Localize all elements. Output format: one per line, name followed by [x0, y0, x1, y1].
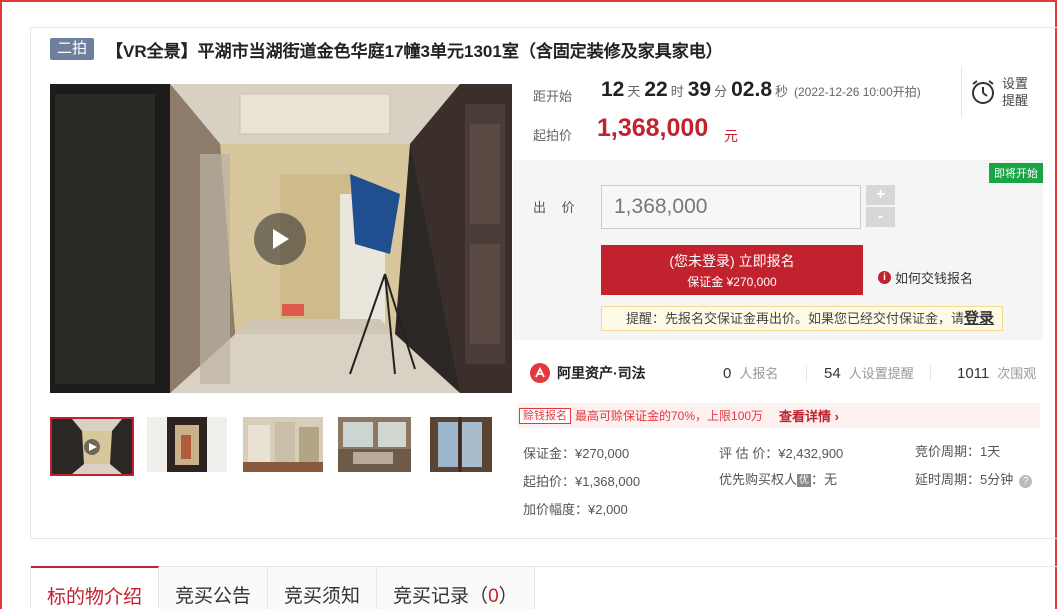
set-reminder-line2: 提醒 — [1002, 93, 1029, 108]
detail-delay-cycle: 延时周期：5分钟? — [915, 469, 1033, 488]
bid-panel: 即将开始 出 价 1,368,000 + - (您未登录) 立即报名 保证金 ¥… — [513, 160, 1043, 340]
stat-divider — [806, 365, 807, 381]
thumbnail-4[interactable] — [338, 417, 411, 472]
countdown-days: 12 — [601, 78, 625, 101]
countdown-seconds-unit: 秒 — [775, 84, 789, 99]
stat-divider — [930, 365, 931, 381]
detail-start-price: 起拍价：¥1,368,000 — [523, 474, 641, 489]
register-now-button[interactable]: (您未登录) 立即报名 保证金 ¥270,000 — [601, 245, 863, 295]
set-reminder-label: 设置 提醒 — [1002, 75, 1032, 109]
status-badge: 即将开始 — [989, 163, 1043, 183]
thumbnail-3[interactable] — [243, 417, 323, 472]
detail-priority-buyer: 优先购买权人优：无 — [719, 469, 837, 488]
detail-appraisal: 评 估 价：¥2,432,900 — [719, 446, 844, 461]
start-price-value: 1,368,000 — [597, 114, 709, 142]
detail-delay-text: 延时周期：5分钟 — [915, 472, 1014, 487]
countdown-days-unit: 天 — [627, 84, 641, 99]
signup-count: 0 人报名 — [723, 363, 778, 382]
info-icon: i — [878, 271, 891, 284]
login-hint: 提醒：先报名交保证金再出价。如果您已经交付保证金，请登录 — [601, 306, 1003, 331]
thumbnail-2[interactable] — [147, 417, 227, 472]
thumbnail-5[interactable] — [430, 417, 492, 472]
set-reminder-button[interactable]: 设置 提醒 — [961, 67, 1036, 117]
view-count-label: 次围观 — [997, 366, 1037, 381]
tab-announcement[interactable]: 竞买公告 — [159, 567, 269, 609]
reminder-count: 54 人设置提醒 — [824, 363, 914, 382]
reminder-count-number: 54 — [824, 365, 841, 382]
decrease-bid-button[interactable]: - — [866, 207, 895, 227]
countdown-hours-unit: 时 — [670, 84, 684, 99]
tab-bid-records-label: 竞买记录 — [393, 586, 470, 607]
tab-rules[interactable]: 竞买须知 — [268, 567, 378, 609]
reminder-count-label: 人设置提醒 — [848, 366, 914, 381]
set-reminder-line1: 设置 — [1002, 76, 1029, 91]
tab-item-intro[interactable]: 标的物介绍 — [31, 566, 160, 609]
register-now-label: (您未登录) 立即报名 — [669, 253, 795, 269]
detail-priority-value: ：无 — [811, 472, 838, 487]
detail-tabs: 标的物介绍 竞买公告 竞买须知 竞买记录（0） — [30, 566, 1057, 609]
view-count: 1011 次围观 — [957, 363, 1036, 382]
countdown-hours: 22 — [644, 78, 668, 101]
auction-start-time: (2022-12-26 10:00开拍) — [794, 85, 921, 99]
ali-assets-logo-icon — [530, 363, 550, 383]
detail-deposit: 保证金：¥270,000 — [523, 446, 630, 461]
signup-count-number: 0 — [723, 365, 732, 382]
login-link[interactable]: 登录 — [964, 310, 994, 327]
how-to-pay-link[interactable]: i 如何交钱报名 — [878, 268, 973, 287]
thumbnail-3-image — [243, 417, 323, 472]
countdown-label: 距开始 — [533, 89, 573, 104]
priority-tag-icon: 优 — [797, 474, 812, 487]
login-hint-text: 提醒：先报名交保证金再出价。如果您已经交付保证金，请 — [626, 311, 965, 326]
play-icon — [273, 229, 289, 249]
credit-signup-banner: 赊钱报名 最高可赊保证金的70%，上限100万 查看详情 › — [517, 403, 1040, 428]
ali-assets-logo-mark — [535, 367, 545, 378]
detail-increment: 加价幅度：¥2,000 — [523, 502, 628, 517]
platform-brand: 阿里资产·司法 — [530, 363, 646, 383]
view-count-number: 1011 — [957, 365, 990, 382]
start-price-unit: 元 — [724, 128, 738, 144]
countdown-minutes-unit: 分 — [714, 84, 728, 99]
alarm-clock-icon — [972, 80, 994, 104]
countdown-minutes: 39 — [687, 78, 712, 101]
increase-bid-button[interactable]: + — [866, 185, 895, 205]
tab-bid-records[interactable]: 竞买记录（0） — [377, 567, 535, 609]
platform-name: 阿里资产·司法 — [557, 365, 646, 381]
start-price-label: 起拍价 — [533, 128, 573, 143]
countdown: 12 天 22 时 39 分 02.8 秒 (2022-12-26 10:00开拍) — [601, 78, 921, 102]
view-details-link[interactable]: 查看详情 › — [779, 406, 839, 425]
tab-bid-records-paren-open: （ — [469, 586, 489, 607]
deposit-label: 保证金 ¥270,000 — [687, 275, 777, 289]
thumbnail-5-image — [430, 417, 492, 472]
auction-round-badge: 二拍 — [50, 38, 95, 60]
thumbnail-1-image — [52, 419, 132, 474]
credit-signup-tag: 赊钱报名 — [519, 407, 571, 424]
play-video-button[interactable] — [254, 213, 306, 265]
detail-priority-label: 优先购买权人 — [719, 472, 798, 487]
how-to-pay-label: 如何交钱报名 — [895, 271, 974, 286]
bid-amount-input[interactable]: 1,368,000 — [601, 185, 861, 229]
title-row: 二拍 【VR全景】平湖市当湖街道金色华庭17幢3单元1301室（含固定装修及家具… — [50, 38, 723, 61]
credit-signup-text: 最高可赊保证金的70%，上限100万 — [575, 409, 764, 423]
countdown-seconds: 02.8 — [731, 78, 772, 101]
listing-title: 【VR全景】平湖市当湖街道金色华庭17幢3单元1301室（含固定装修及家具家电） — [106, 41, 723, 61]
thumbnail-1[interactable] — [50, 417, 134, 476]
main-photo[interactable] — [50, 84, 512, 393]
help-icon[interactable]: ? — [1019, 475, 1033, 488]
tab-bid-records-count: 0 — [488, 586, 499, 607]
bid-label: 出 价 — [533, 200, 581, 215]
thumbnail-2-image — [147, 417, 227, 472]
thumbnail-4-image — [338, 417, 411, 472]
tab-bid-records-paren-close: ） — [498, 586, 518, 607]
bid-stepper: + - — [866, 185, 895, 227]
signup-count-label: 人报名 — [739, 366, 779, 381]
detail-bid-cycle: 竞价周期：1天 — [915, 444, 1001, 459]
